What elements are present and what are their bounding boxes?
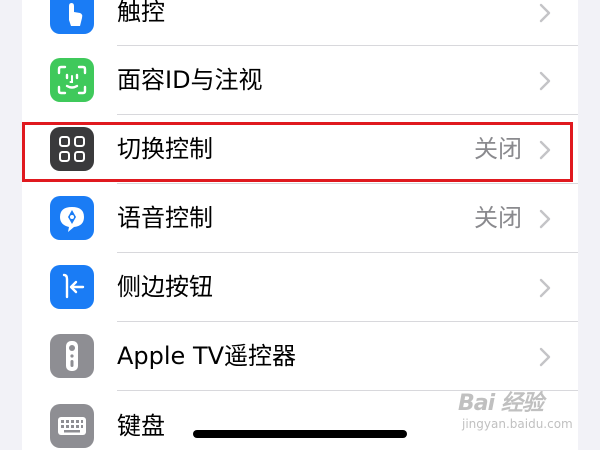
chevron-right-icon [539,278,551,298]
hand-tap-icon [50,0,94,34]
row-face-id-attention[interactable]: 面容ID与注视 [22,46,578,115]
row-label: 侧边按钮 [117,273,213,301]
watermark: Bai 经验 jingyan.baidu.com [458,385,588,440]
chevron-right-icon [539,3,551,23]
row-value: 关闭 [474,204,522,232]
chevron-right-icon [539,209,551,229]
row-side-button[interactable]: 侧边按钮 [22,253,578,322]
row-label: 触控 [117,0,165,26]
chevron-right-icon [539,347,551,367]
home-indicator[interactable] [193,430,407,438]
row-label: 键盘 [117,412,165,440]
highlight-box [22,122,573,182]
row-voice-control[interactable]: 语音控制 关闭 [22,184,578,253]
row-touch[interactable]: 触控 [22,0,578,47]
face-id-icon [50,58,94,102]
chevron-right-icon [539,71,551,91]
watermark-url: jingyan.baidu.com [462,417,573,431]
keyboard-icon [50,404,94,448]
row-label: 面容ID与注视 [117,66,263,94]
row-apple-tv-remote[interactable]: Apple TV遥控器 [22,322,578,391]
row-label: Apple TV遥控器 [117,342,297,370]
watermark-logo: Bai 经验 [458,391,544,416]
side-button-icon [50,265,94,309]
row-label: 语音控制 [117,204,213,232]
tv-remote-icon [50,334,94,378]
voice-control-icon [50,196,94,240]
accessibility-settings-screen: 触控 面容ID与注视 切换控制 关闭 语音控制 关闭 侧边按钮 Apple TV… [0,0,600,450]
